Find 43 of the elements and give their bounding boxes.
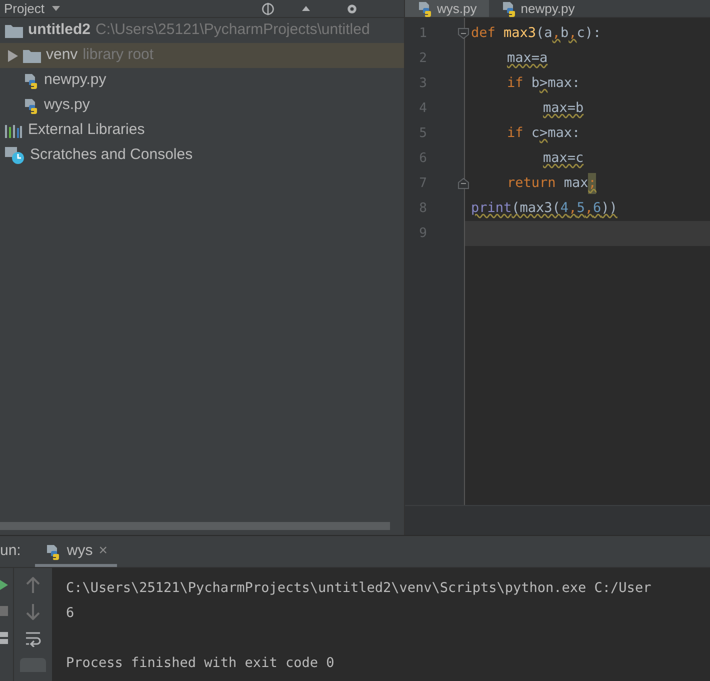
horizontal-scrollbar[interactable] (0, 522, 390, 530)
python-file-icon (500, 0, 517, 16)
run-label: un: (0, 541, 21, 562)
tree-item[interactable]: untitled2 C:\Users\25121\PycharmProjects\untitled (0, 18, 404, 43)
up-arrow-icon[interactable] (26, 577, 40, 593)
editor-tab[interactable]: wys.py (405, 0, 489, 17)
fold-marker-icon[interactable] (458, 28, 469, 39)
console-clock-icon (5, 146, 25, 164)
close-button[interactable]: × (98, 540, 108, 563)
panel-title[interactable]: Project (4, 2, 44, 15)
tree-item-label: venv (46, 45, 78, 66)
layout-icon[interactable] (0, 632, 8, 644)
console-line: 6 (66, 604, 74, 624)
tree-item[interactable]: External Libraries (0, 118, 404, 143)
folder-icon (23, 48, 41, 62)
python-file-icon (23, 72, 39, 88)
library-bars-icon (5, 124, 23, 138)
expand-arrow-icon[interactable] (8, 50, 18, 62)
tree-item-label: untitled2 (28, 20, 90, 40)
target-icon[interactable] (260, 2, 276, 16)
collapse-icon[interactable] (300, 4, 312, 14)
run-icon[interactable] (0, 580, 8, 590)
console-line: C:\Users\25121\PycharmProjects\untitled2\venv\Scripts\python.exe C:/User (66, 579, 652, 598)
editor-tab[interactable]: newpy.py (488, 0, 587, 17)
tree-item-label: External Libraries (28, 120, 145, 140)
tree-item-label: Scratches and Consoles (30, 145, 193, 166)
python-file-icon (44, 544, 61, 560)
tree-item[interactable]: newpy.py (0, 68, 404, 93)
python-file-icon (23, 98, 39, 114)
folder-icon (5, 24, 23, 38)
tree-item-detail: C:\Users\25121\PycharmProjects\untitled (96, 20, 370, 40)
soft-wrap-icon[interactable] (25, 631, 41, 647)
dropdown-caret-icon[interactable] (52, 6, 60, 11)
down-arrow-icon[interactable] (26, 604, 40, 620)
python-file-icon (417, 0, 433, 16)
tree-item-label: wys.py (44, 95, 90, 116)
fold-marker-icon[interactable] (458, 178, 469, 189)
tree-item[interactable]: wys.py (0, 93, 404, 118)
tree-item[interactable]: Scratches and Consoles (0, 143, 404, 168)
tree-item[interactable]: venv library root (0, 43, 404, 68)
console-line: Process finished with exit code 0 (66, 654, 334, 674)
tree-item-detail: library root (82, 45, 154, 66)
tree-item-label: newpy.py (44, 70, 106, 90)
